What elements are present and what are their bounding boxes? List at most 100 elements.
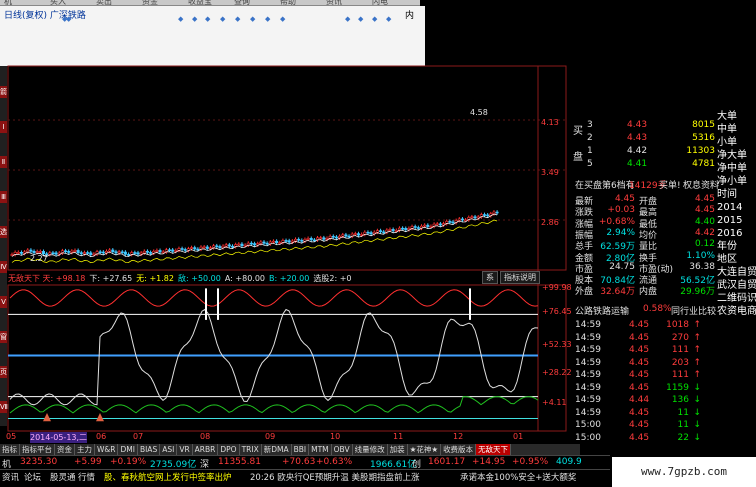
side-menu-item[interactable]: 2016 [717, 227, 756, 240]
candle-body [240, 243, 244, 246]
candle-body [38, 251, 42, 253]
buy-info-text: 在买盘第6档有 [575, 181, 635, 191]
side-menu-item[interactable]: 年份 [717, 240, 756, 253]
tick-time: 15:00 [575, 420, 601, 430]
quote-row: 14:59 4.45 203 ↑ [567, 358, 715, 369]
indicator-value: 敌: +50.00 [178, 274, 221, 283]
indicator-tab[interactable]: OBV [332, 444, 353, 455]
quote-value: 36.38 [689, 261, 715, 272]
tick-price: 4.45 [629, 320, 650, 330]
indicator-tab[interactable]: ASI [160, 444, 178, 455]
price-high-mark: 4.58 [470, 108, 488, 117]
price-low-mark: 2.27 [30, 254, 48, 263]
side-menu-item[interactable]: 小单 [717, 136, 756, 149]
indicator-tab[interactable]: 指标平台 [20, 444, 55, 455]
arrow-up-icon: ↑ [693, 357, 701, 368]
indicator-tab[interactable]: DPO [218, 444, 240, 455]
indicator-tabs: 指标 指标平台 资金 主力 W&R DMI BIAS ASI VR ARBR DPO TRIX 新DMA… [0, 444, 580, 455]
candle-body [26, 249, 30, 253]
indicator-tab[interactable]: TRIX [240, 444, 262, 455]
news-item[interactable]: 承诺本金100%安全+送大额奖 [460, 471, 576, 483]
quote-value: +0.68% [598, 216, 635, 227]
news-item[interactable]: 股灵通 [50, 471, 76, 483]
news-item[interactable]: 股、春秋航空网上发行中签率出炉 [104, 471, 232, 483]
indicator-button[interactable]: 指标说明 [500, 271, 540, 284]
news-item[interactable]: 资讯 [2, 471, 19, 483]
candle-body [108, 249, 112, 252]
candle-body [388, 229, 392, 231]
tick-price: 4.45 [629, 432, 650, 443]
indicator-tab[interactable]: ARBR [193, 444, 219, 455]
news-item[interactable]: 行情 [78, 471, 95, 483]
indicator-tab[interactable]: 加装 [388, 444, 408, 455]
indicator-tab[interactable]: 资金 [55, 444, 75, 455]
news-item[interactable]: 20:26 欧央行QE预期升温 美股期指盘前上涨 [250, 471, 419, 483]
side-menu-item[interactable]: 农资电商 [717, 305, 756, 318]
indicator-tab[interactable]: DMI [118, 444, 138, 455]
indicator-tab[interactable]: 主力 [75, 444, 95, 455]
quote-row: 股本 70.84亿 流通 56.52亿 [567, 273, 715, 286]
side-menu-item[interactable]: 二维码识 [717, 292, 756, 305]
indicator-tab[interactable]: W&R [95, 444, 119, 455]
quote-row: 涨幅 +0.68% 最低 4.40 [567, 216, 715, 230]
side-menu-item[interactable]: 净中单 [717, 162, 756, 175]
indicator-tab[interactable]: 新DMA [262, 444, 292, 455]
indicator-tab[interactable]: 收费版本 [441, 444, 477, 455]
side-menu-item[interactable]: 大连自贸 [717, 266, 756, 279]
quote-row: 2 4.43 5316 [567, 133, 715, 144]
candle-body [344, 234, 348, 237]
candle-body [196, 248, 200, 251]
date-label: 05 [6, 432, 17, 441]
quote-row: 金额 2.80亿 换手 1.10% [567, 251, 715, 264]
candle-body [51, 252, 55, 255]
side-menu-item[interactable]: 地区 [717, 253, 756, 266]
date-label: 07 [133, 432, 144, 441]
indicator-value: 选股2: +0 [313, 274, 352, 283]
candle-body [426, 224, 430, 227]
news-item[interactable]: 论坛 [24, 471, 41, 483]
indicator-tab[interactable]: BBI [292, 444, 310, 455]
side-menu-item[interactable]: 2014 [717, 201, 756, 214]
industry-compare-button[interactable]: 同行业比较 [671, 304, 716, 317]
side-menu-item[interactable]: 大单 [717, 110, 756, 123]
tick-time: 15:00 [575, 432, 601, 443]
side-menu-item[interactable]: 2015 [717, 214, 756, 227]
candle-body [70, 250, 74, 253]
indicator-header: 无敌天下 天: +98.18 下: +27.65 无: +1.82 敌: +50.00… [8, 273, 356, 285]
candle-body [331, 235, 335, 238]
price-axis-label: 2.86 [541, 218, 559, 227]
tick-time: 14:59 [575, 395, 601, 405]
book-volume: 4781 [692, 159, 715, 169]
side-menu-item[interactable]: 中单 [717, 123, 756, 136]
index-ticker-value: +0.63% [316, 457, 353, 467]
indicator-tab[interactable]: ★花神★ [408, 444, 442, 455]
indicator-tab[interactable]: 线量修改 [353, 444, 388, 455]
indicator-button[interactable]: 系 [482, 271, 498, 284]
indicator-tab[interactable]: 无敌天下 [476, 444, 512, 455]
candle-body [460, 218, 464, 221]
candle-body [177, 248, 181, 251]
candle-body [249, 242, 253, 245]
book-price: 4.41 [627, 159, 648, 169]
side-menu-item[interactable]: 净大单 [717, 149, 756, 162]
quote-value: 4.42 [694, 227, 715, 238]
tick-volume: 203 [671, 357, 689, 368]
indicator-tab[interactable]: 指标 [0, 444, 20, 455]
rights-info-link[interactable]: 权息资料 [683, 178, 719, 191]
indicator-tab[interactable]: MTM [309, 444, 332, 455]
red-indicator-line [9, 289, 539, 307]
tick-time: 14:59 [575, 320, 601, 330]
candle-body [300, 239, 304, 242]
candle-body [130, 252, 134, 255]
candle-body [413, 226, 417, 228]
candle-body [133, 252, 137, 254]
candle-body [35, 251, 39, 253]
indicator-tab[interactable]: BIAS [138, 444, 161, 455]
side-menu-item[interactable]: 时间 [717, 188, 756, 201]
indicator-tab[interactable]: VR [177, 444, 193, 455]
tick-time: 14:59 [575, 370, 601, 380]
indicator-value: 无: +1.82 [136, 274, 174, 283]
side-menu-item[interactable]: 武汉自贸 [717, 279, 756, 292]
quote-row: 振幅 2.94% 均价 4.42 [567, 227, 715, 241]
side-menu-item[interactable]: 净小单 [717, 175, 756, 188]
